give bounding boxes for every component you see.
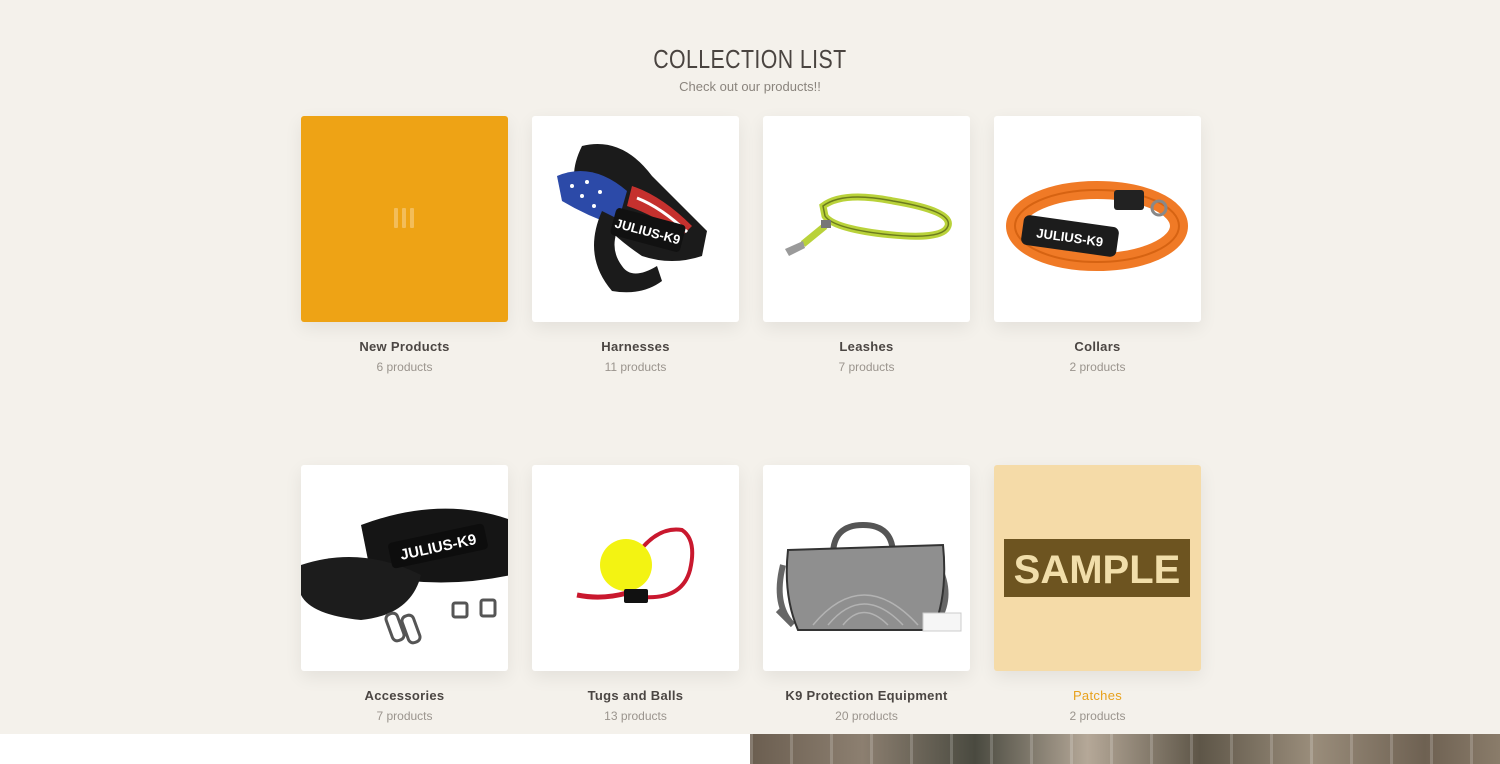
collection-name[interactable]: Patches bbox=[1073, 688, 1122, 703]
collection-count: 2 products bbox=[1069, 709, 1126, 723]
collar-image: JULIUS-K9 bbox=[1006, 181, 1188, 271]
collection-image-tugs-and-balls[interactable] bbox=[532, 465, 739, 671]
collection-grid: New Products 6 products JULIUS-K9 Harnes… bbox=[301, 116, 1201, 723]
placeholder-image-icon bbox=[394, 208, 414, 228]
collection-card-collars[interactable]: JULIUS-K9 Collars 2 products bbox=[994, 116, 1201, 374]
collection-image-leashes[interactable] bbox=[763, 116, 970, 322]
footer-photo-banner bbox=[750, 734, 1500, 764]
collection-card-k9-protection[interactable]: K9 Protection Equipment 20 products bbox=[763, 465, 970, 723]
collection-count: 7 products bbox=[838, 360, 895, 374]
collection-count: 13 products bbox=[604, 709, 667, 723]
collection-image-collars[interactable]: JULIUS-K9 bbox=[994, 116, 1201, 322]
collection-name[interactable]: Tugs and Balls bbox=[588, 688, 684, 703]
tug-ball-image bbox=[576, 527, 695, 603]
collection-count: 20 products bbox=[835, 709, 898, 723]
collection-name[interactable]: Leashes bbox=[839, 339, 893, 354]
collection-name[interactable]: K9 Protection Equipment bbox=[785, 688, 947, 703]
footer-panel-left bbox=[0, 734, 750, 764]
leash-image bbox=[785, 193, 952, 256]
collection-count: 6 products bbox=[376, 360, 433, 374]
collection-card-harnesses[interactable]: JULIUS-K9 Harnesses 11 products bbox=[532, 116, 739, 374]
collection-card-leashes[interactable]: Leashes 7 products bbox=[763, 116, 970, 374]
collection-card-tugs-and-balls[interactable]: Tugs and Balls 13 products bbox=[532, 465, 739, 723]
collection-name[interactable]: Collars bbox=[1074, 339, 1120, 354]
collection-count: 7 products bbox=[376, 709, 433, 723]
bite-pillow-image bbox=[775, 521, 962, 632]
accessories-image: JULIUS-K9 bbox=[301, 508, 508, 645]
collection-card-accessories[interactable]: JULIUS-K9 Accessories 7 products bbox=[301, 465, 508, 723]
section-header: COLLECTION LIST Check out our products!! bbox=[0, 44, 1500, 94]
collection-name[interactable]: New Products bbox=[359, 339, 449, 354]
harness-image: JULIUS-K9 bbox=[557, 144, 707, 293]
collection-image-patches[interactable]: SAMPLE bbox=[994, 465, 1201, 671]
collection-name[interactable]: Accessories bbox=[365, 688, 445, 703]
collection-image-accessories[interactable]: JULIUS-K9 bbox=[301, 465, 508, 671]
collection-image-harnesses[interactable]: JULIUS-K9 bbox=[532, 116, 739, 322]
collection-image-k9-protection[interactable] bbox=[763, 465, 970, 671]
section-subtitle: Check out our products!! bbox=[679, 79, 821, 94]
collection-card-patches[interactable]: SAMPLE Patches 2 products bbox=[994, 465, 1201, 723]
collection-card-new-products[interactable]: New Products 6 products bbox=[301, 116, 508, 374]
collection-count: 2 products bbox=[1069, 360, 1126, 374]
patch-image: SAMPLE bbox=[1004, 539, 1190, 597]
collection-image-new-products[interactable] bbox=[301, 116, 508, 322]
patch-text: SAMPLE bbox=[1014, 548, 1181, 592]
collection-name[interactable]: Harnesses bbox=[601, 339, 669, 354]
collection-count: 11 products bbox=[604, 360, 667, 374]
section-title: COLLECTION LIST bbox=[653, 44, 847, 74]
